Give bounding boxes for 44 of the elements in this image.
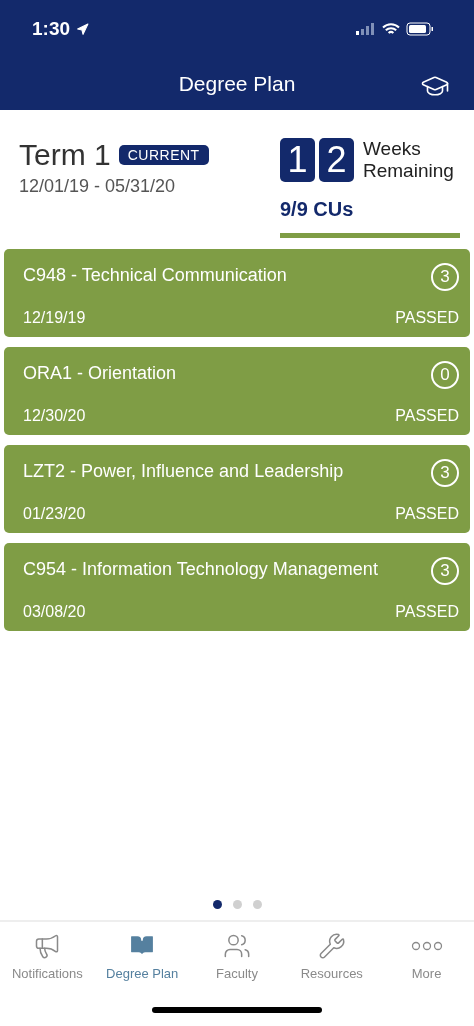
course-title: ORA1 - Orientation — [23, 363, 177, 384]
term-name: Term 1 — [19, 138, 111, 172]
course-status: PASSED — [395, 407, 459, 425]
tab-bar-item[interactable]: More — [379, 922, 474, 981]
battery-icon — [406, 22, 434, 36]
cu-count: 3 — [431, 263, 459, 291]
course-title: C954 - Information Technology Management — [23, 559, 378, 580]
week-digit: 1 — [280, 138, 315, 182]
current-badge: CURRENT — [118, 145, 209, 165]
course-date: 01/23/20 — [23, 505, 86, 523]
cu-count: 3 — [431, 557, 459, 585]
course-card[interactable]: LZT2 - Power, Influence and Leadership 3 01/23/20 PASSED — [4, 445, 470, 533]
course-card[interactable]: C954 - Information Technology Management 3 03/08/20 PASSED — [4, 543, 470, 631]
course-status: PASSED — [395, 309, 459, 327]
tab-bar-item[interactable]: Faculty — [189, 922, 285, 981]
cu-count: 0 — [431, 361, 459, 389]
tools-icon — [317, 932, 346, 960]
cus-count: 9/9 CUs — [280, 198, 355, 221]
tab-bar-item[interactable]: Resources — [284, 922, 380, 981]
page-dot[interactable] — [232, 900, 242, 909]
course-date: 03/08/20 — [23, 603, 86, 621]
course-date: 12/19/19 — [23, 309, 86, 327]
term-dates: 12/01/19 - 05/31/20 — [19, 176, 177, 197]
course-date: 12/30/20 — [23, 407, 86, 425]
screen-title: Degree Plan — [178, 72, 296, 96]
tab-bar-item[interactable]: Degree Plan — [94, 922, 190, 981]
course-title: C948 - Technical Communication — [23, 265, 287, 286]
course-title: LZT2 - Power, Influence and Leadership — [23, 461, 344, 482]
status-time: 1:30 — [32, 18, 71, 40]
signal-icon — [356, 23, 376, 35]
cu-count: 3 — [431, 459, 459, 487]
course-card[interactable]: ORA1 - Orientation 0 12/30/20 PASSED — [4, 347, 470, 435]
page-dot[interactable] — [212, 900, 222, 909]
location-icon — [76, 22, 90, 36]
people-icon — [223, 932, 251, 960]
page-dot[interactable] — [252, 900, 262, 909]
week-digit: 2 — [319, 138, 354, 182]
tab-bar-item[interactable]: Notifications — [0, 922, 95, 981]
course-status: PASSED — [395, 505, 459, 523]
wifi-icon — [382, 22, 400, 36]
remaining-label: Remaining — [363, 160, 454, 182]
weeks-label: Weeks — [363, 138, 422, 160]
course-status: PASSED — [395, 603, 459, 621]
course-card[interactable]: C948 - Technical Communication 3 12/19/19 PASSED — [4, 249, 470, 337]
